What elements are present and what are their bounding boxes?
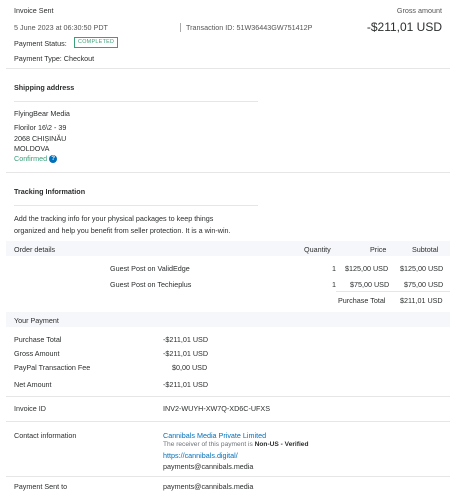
divider: [14, 205, 258, 206]
order-item-name: Guest Post on ValidEdge: [110, 264, 190, 273]
col-price: Price: [370, 245, 387, 254]
contact-email: payments@cannibals.media: [163, 462, 254, 471]
payment-row-label: Gross Amount: [14, 349, 60, 358]
tracking-heading: Tracking Information: [14, 187, 86, 196]
divider: [6, 68, 450, 69]
transaction-datetime: 5 June 2023 at 06:30:50 PDT: [14, 23, 108, 32]
your-payment-heading: Your Payment: [14, 316, 59, 325]
order-item-qty: 1: [332, 280, 336, 289]
order-item-price: $75,00 USD: [350, 280, 390, 289]
receiver-status-note: The receiver of this payment is Non-US -…: [163, 441, 308, 448]
contact-website-link[interactable]: https://cannibals.digital/: [163, 451, 238, 460]
payment-row-value: $0,00 USD: [172, 363, 208, 372]
contact-name-link[interactable]: Cannibals Media Private Limited: [163, 431, 266, 440]
receiver-note-text: The receiver of this payment is: [163, 441, 255, 448]
your-payment-header: [6, 312, 450, 327]
payment-sent-to-value: payments@cannibals.media: [163, 482, 254, 491]
tracking-text-line1: Add the tracking info for your physical …: [14, 214, 214, 223]
shipping-name: FlyingBear Media: [14, 109, 70, 118]
order-item-name: Guest Post on Techieplus: [110, 280, 192, 289]
invoice-id-value: INV2-WUYH-XW7Q-XD6C-UFXS: [163, 404, 271, 413]
shipping-heading: Shipping address: [14, 83, 75, 92]
status-badge: COMPLETED: [74, 37, 119, 48]
payment-row-label: PayPal Transaction Fee: [14, 363, 91, 372]
payment-row-label: Net Amount: [14, 380, 52, 389]
payment-type: Payment Type: Checkout: [14, 54, 95, 63]
payment-row-value: -$211,01 USD: [163, 349, 209, 358]
purchase-total-value: $211,01 USD: [400, 296, 443, 305]
confirmed-label: Confirmed: [14, 154, 48, 163]
order-item-price: $125,00 USD: [345, 264, 389, 273]
order-item-subtotal: $75,00 USD: [404, 280, 444, 289]
col-quantity: Quantity: [304, 245, 331, 254]
divider: [6, 396, 450, 397]
info-icon[interactable]: ?: [49, 155, 58, 164]
payment-row-value: -$211,01 USD: [163, 335, 209, 344]
page-title: Invoice Sent: [14, 6, 54, 15]
transaction-id: Transaction ID: 51W36443GW751412P: [180, 23, 312, 32]
divider: [336, 291, 450, 292]
address-confirmed: Confirmed?: [14, 154, 58, 164]
contact-info-label: Contact information: [14, 431, 77, 440]
payment-row-label: Purchase Total: [14, 335, 62, 344]
shipping-country: MOLDOVA: [14, 144, 50, 153]
invoice-id-label: Invoice ID: [14, 404, 46, 413]
divider: [6, 476, 450, 477]
gross-amount-label: Gross amount: [396, 6, 442, 15]
divider: [6, 172, 450, 173]
payment-row-value: -$211,01 USD: [163, 380, 209, 389]
payment-status-label: Payment Status:: [14, 39, 67, 48]
order-item-subtotal: $125,00 USD: [400, 264, 444, 273]
order-item-qty: 1: [332, 264, 336, 273]
purchase-total-label: Purchase Total: [338, 296, 386, 305]
payment-sent-to-label: Payment Sent to: [14, 482, 68, 491]
gross-amount: -$211,01 USD: [366, 20, 442, 34]
col-subtotal: Subtotal: [412, 245, 439, 254]
divider: [6, 421, 450, 422]
order-details-label: Order details: [14, 245, 56, 254]
shipping-address-line2: 2068 CHIȘINĂU: [14, 134, 67, 143]
shipping-address-line1: Florilor 16\2 - 39: [14, 123, 67, 132]
tracking-text-line2: organized and help you benefit from sell…: [14, 226, 231, 235]
divider: [14, 101, 258, 102]
receiver-verified-status: Non-US - Verified: [254, 441, 309, 448]
